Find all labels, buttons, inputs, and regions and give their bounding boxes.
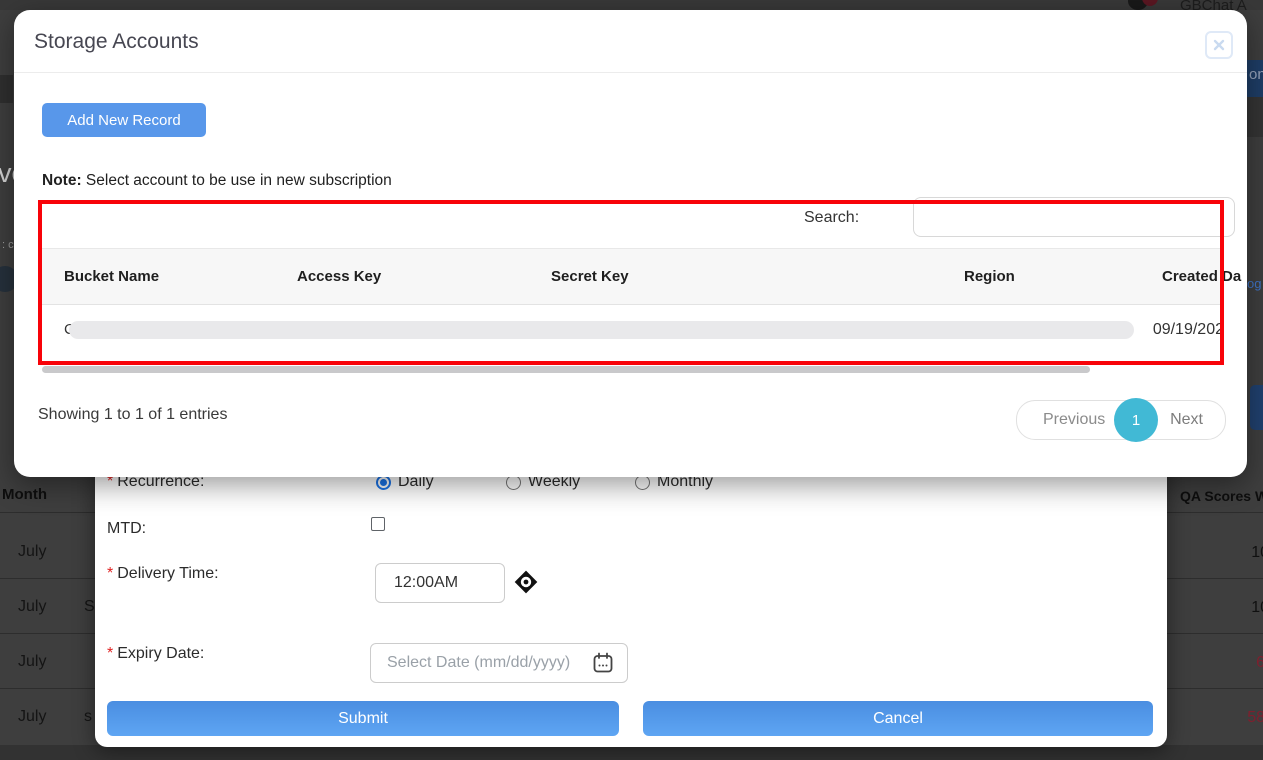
bg-separator xyxy=(1167,633,1263,634)
bg-month-row: July xyxy=(18,543,46,561)
table-row[interactable]: C 09/19/202 xyxy=(38,305,1224,365)
column-bucket-name[interactable]: Bucket Name xyxy=(64,268,159,285)
pagination-previous[interactable]: Previous xyxy=(1043,411,1105,429)
column-secret-key[interactable]: Secret Key xyxy=(551,268,629,285)
background-small-fragment: : c xyxy=(2,239,14,251)
pagination-next[interactable]: Next xyxy=(1170,411,1203,429)
radio-weekly[interactable] xyxy=(506,475,521,490)
bg-month-row: July xyxy=(18,708,46,726)
submit-button[interactable]: Submit xyxy=(107,701,619,736)
radio-monthly[interactable] xyxy=(635,475,650,490)
background-link-fragment: og xyxy=(1247,276,1261,291)
background-left-block xyxy=(0,75,13,103)
required-mark: * xyxy=(107,565,113,582)
search-label: Search: xyxy=(804,209,859,227)
search-input[interactable] xyxy=(913,197,1235,237)
created-date-value: 09/19/202 xyxy=(1153,321,1224,339)
required-mark: * xyxy=(107,645,113,662)
bg-separator xyxy=(1167,512,1263,513)
bg-partial-cell: s xyxy=(84,708,92,726)
bg-month-row: July xyxy=(18,653,46,671)
background-right-band-text: on xyxy=(1249,66,1263,83)
time-picker-crosshair-icon[interactable] xyxy=(512,568,540,596)
note-text: Note: Select account to be use in new su… xyxy=(42,172,392,190)
bg-separator xyxy=(0,633,95,634)
background-topbar xyxy=(0,0,1263,10)
background-blue-button-fragment xyxy=(1250,385,1263,430)
column-region[interactable]: Region xyxy=(964,268,1015,285)
close-button[interactable] xyxy=(1205,31,1233,59)
entries-summary: Showing 1 to 1 of 1 entries xyxy=(38,406,227,424)
bg-qa-header: QA Scores W xyxy=(1180,488,1263,504)
bg-month-header: Month xyxy=(2,486,47,503)
cancel-button[interactable]: Cancel xyxy=(643,701,1153,736)
close-icon xyxy=(1207,33,1231,57)
subscription-form-modal: *Recurrence: Daily Weekly Monthly MTD: *… xyxy=(95,440,1167,747)
bg-partial-cell: S xyxy=(84,598,95,616)
bg-separator xyxy=(0,578,95,579)
mtd-checkbox[interactable] xyxy=(371,517,385,531)
bg-qa-value: 58 xyxy=(1247,709,1263,727)
add-new-record-button[interactable]: Add New Record xyxy=(42,103,206,137)
bg-separator xyxy=(1167,578,1263,579)
bg-separator xyxy=(0,512,95,513)
column-access-key[interactable]: Access Key xyxy=(297,268,381,285)
background-bottom-strip xyxy=(0,745,1263,760)
screen: GBChat A ve : c on og Month July July S … xyxy=(0,0,1263,760)
storage-accounts-modal: Storage Accounts Add New Record Note: Se… xyxy=(14,10,1247,477)
calendar-icon xyxy=(592,652,614,674)
modal-title: Storage Accounts xyxy=(34,30,199,54)
table-header-row: Bucket Name Access Key Secret Key Region… xyxy=(38,248,1224,305)
mtd-label: MTD: xyxy=(107,520,146,538)
note-label: Note: xyxy=(42,172,82,189)
delivery-time-input[interactable] xyxy=(375,563,505,603)
expiry-date-label: *Expiry Date: xyxy=(107,645,204,663)
table-horizontal-scrollbar[interactable] xyxy=(42,366,1090,373)
pagination-page-1[interactable]: 1 xyxy=(1114,398,1158,442)
pagination: Previous 1 Next xyxy=(1016,400,1226,440)
bg-separator xyxy=(0,688,95,689)
radio-daily[interactable] xyxy=(376,475,391,490)
column-created-date[interactable]: Created Da xyxy=(1162,268,1241,285)
expiry-date-input[interactable] xyxy=(370,643,628,683)
bg-month-row: July xyxy=(18,598,46,616)
bg-qa-value: 6 xyxy=(1256,654,1263,672)
delivery-time-label: *Delivery Time: xyxy=(107,565,219,583)
redacted-value-bar xyxy=(69,321,1134,339)
bg-qa-value: 10 xyxy=(1251,544,1263,562)
header-divider xyxy=(14,72,1247,73)
bg-separator xyxy=(1167,688,1263,689)
background-right-row xyxy=(1247,97,1263,137)
bg-qa-value: 10 xyxy=(1251,599,1263,617)
